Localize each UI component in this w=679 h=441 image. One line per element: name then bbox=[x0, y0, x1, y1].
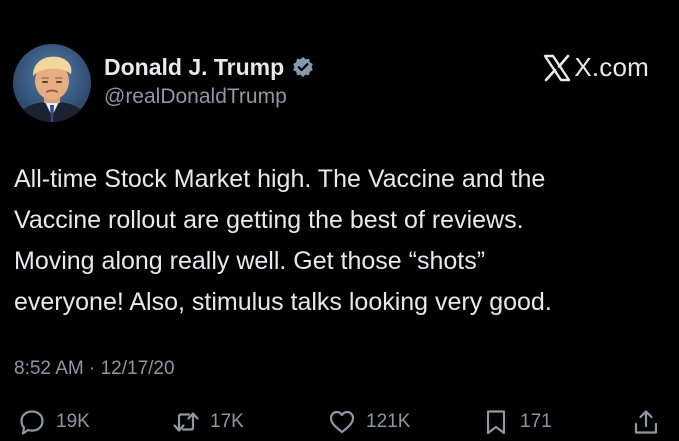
brand-logo: X.com bbox=[542, 52, 649, 83]
repost-icon bbox=[173, 412, 199, 432]
author-handle[interactable]: @realDonaldTrump bbox=[104, 85, 287, 109]
heart-icon bbox=[329, 410, 355, 434]
avatar-portrait bbox=[17, 56, 87, 122]
post-text: All-time Stock Market high. The Vaccine … bbox=[14, 159, 664, 323]
like-count: 121K bbox=[366, 411, 411, 432]
reply-icon bbox=[20, 410, 44, 435]
post-timestamp[interactable]: 8:52 AM · 12/17/20 bbox=[14, 358, 175, 380]
bookmark-icon bbox=[486, 410, 506, 435]
brand-text: X.com bbox=[574, 52, 649, 82]
author-name-row: Donald J. Trump bbox=[104, 52, 314, 82]
repost-count: 17K bbox=[210, 411, 244, 432]
like-button[interactable]: 121K bbox=[328, 405, 410, 439]
share-button[interactable] bbox=[632, 405, 660, 439]
post-text-line: Vaccine rollout are getting the best of … bbox=[14, 206, 524, 234]
repost-button[interactable]: 17K bbox=[172, 405, 244, 439]
avatar[interactable] bbox=[13, 44, 91, 122]
post-text-line: everyone! Also, stimulus talks looking v… bbox=[14, 288, 552, 316]
reply-button[interactable]: 19K bbox=[18, 405, 90, 439]
reply-count: 19K bbox=[56, 411, 90, 432]
action-bar: 19K 17K 121K 171 bbox=[0, 405, 679, 439]
verified-badge-icon bbox=[293, 57, 313, 77]
share-icon bbox=[634, 410, 658, 434]
post-text-line: All-time Stock Market high. The Vaccine … bbox=[14, 165, 546, 193]
post-text-line: Moving along really well. Get those “sho… bbox=[14, 247, 486, 275]
bookmark-button[interactable]: 171 bbox=[482, 405, 552, 439]
post-card: Donald J. Trump @realDonaldTrump X.com A… bbox=[0, 0, 679, 441]
author-display-name[interactable]: Donald J. Trump bbox=[104, 54, 284, 81]
bookmark-count: 171 bbox=[520, 411, 552, 432]
x-logo-icon bbox=[544, 54, 571, 81]
